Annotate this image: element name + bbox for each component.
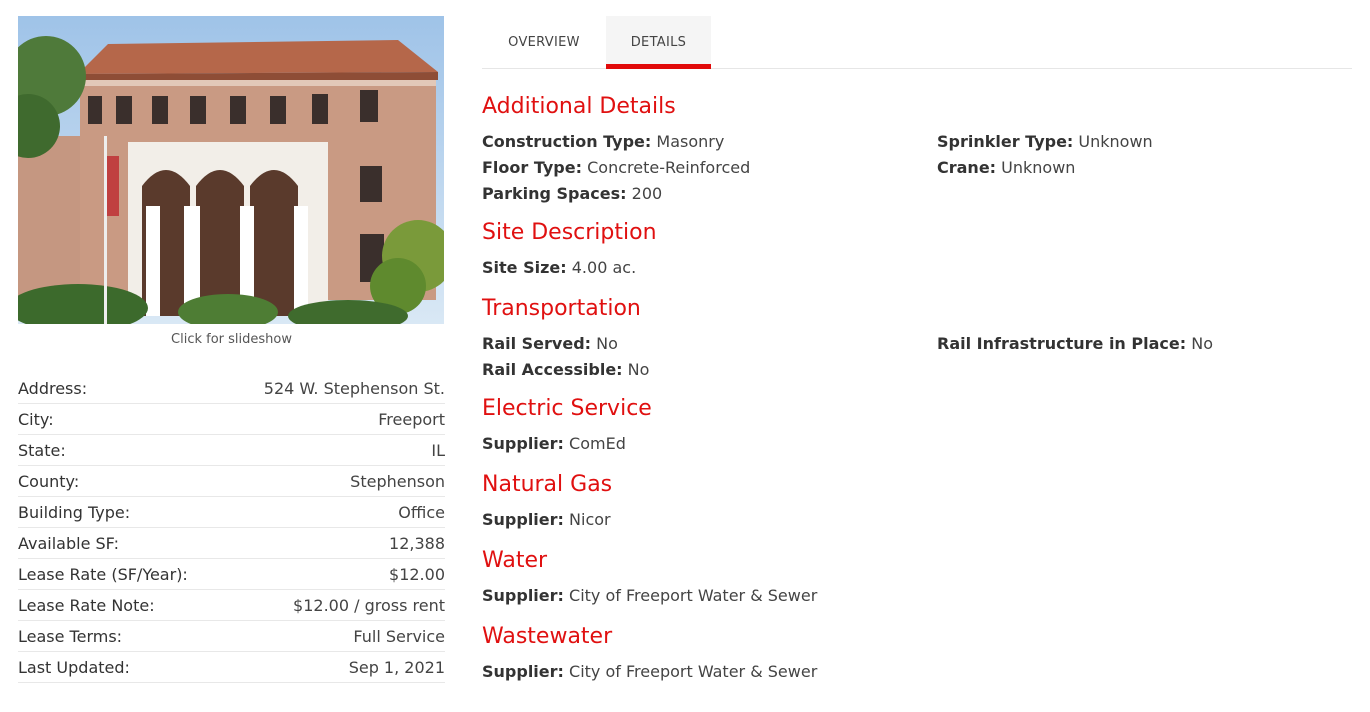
details-panel: OVERVIEW DETAILS Additional Details Cons… — [482, 16, 1352, 685]
rail-accessible: Rail Accessible: No — [482, 360, 650, 379]
details-grid: Rail Served: No Rail Infrastructure in P… — [482, 331, 1352, 383]
wastewater-supplier: Supplier: City of Freeport Water & Sewer — [482, 662, 818, 681]
details-grid: Supplier: City of Freeport Water & Sewer — [482, 583, 1352, 609]
section-title: Wastewater — [482, 624, 613, 649]
fact-row-building-type: Building Type: Office — [18, 497, 445, 528]
section-title: Additional Details — [482, 94, 676, 119]
tab-overview[interactable]: OVERVIEW — [482, 16, 606, 68]
fact-row-lease-rate: Lease Rate (SF/Year): $12.00 — [18, 559, 445, 590]
section-wastewater: Wastewater Supplier: City of Freeport Wa… — [482, 623, 1352, 685]
fact-row-county: County: Stephenson — [18, 466, 445, 497]
fact-value: Sep 1, 2021 — [348, 657, 445, 677]
fact-label: Building Type: — [18, 502, 131, 522]
parking-spaces: Parking Spaces: 200 — [482, 184, 663, 203]
fact-row-lease-terms: Lease Terms: Full Service — [18, 621, 445, 652]
site-size: Site Size: 4.00 ac. — [482, 258, 637, 277]
section-transportation: Transportation Rail Served: No Rail Infr… — [482, 295, 1352, 383]
section-additional-details: Additional Details Construction Type: Ma… — [482, 93, 1352, 207]
fact-label: Available SF: — [18, 533, 120, 553]
details-grid: Site Size: 4.00 ac. — [482, 255, 1352, 281]
fact-row-available-sf: Available SF: 12,388 — [18, 528, 445, 559]
fact-label: Address: — [18, 378, 88, 398]
fact-value: $12.00 — [389, 564, 445, 584]
fact-value: 12,388 — [389, 533, 445, 553]
property-photo[interactable] — [18, 16, 444, 324]
fact-label: Last Updated: — [18, 657, 130, 677]
section-natural-gas: Natural Gas Supplier: Nicor — [482, 471, 1352, 533]
section-water: Water Supplier: City of Freeport Water &… — [482, 547, 1352, 609]
section-electric-service: Electric Service Supplier: ComEd — [482, 395, 1352, 457]
fact-row-last-updated: Last Updated: Sep 1, 2021 — [18, 652, 445, 683]
fact-label: Lease Rate Note: — [18, 595, 155, 615]
sprinkler-type: Sprinkler Type: Unknown — [937, 132, 1153, 151]
details-grid: Supplier: City of Freeport Water & Sewer — [482, 659, 1352, 685]
section-title: Water — [482, 548, 548, 573]
fact-label: City: — [18, 409, 54, 429]
section-title: Electric Service — [482, 396, 652, 421]
slideshow-caption: Click for slideshow — [171, 332, 292, 347]
fact-label: State: — [18, 440, 66, 460]
fact-row-address: Address: 524 W. Stephenson St. — [18, 373, 445, 404]
floor-type: Floor Type: Concrete-Reinforced — [482, 158, 751, 177]
property-summary-panel: Click for slideshow Address: 524 W. Step… — [18, 16, 445, 683]
rail-served: Rail Served: No — [482, 334, 618, 353]
fact-value: Freeport — [378, 409, 445, 429]
section-title: Natural Gas — [482, 472, 613, 497]
details-grid: Supplier: Nicor — [482, 507, 1352, 533]
property-facts-list: Address: 524 W. Stephenson St. City: Fre… — [18, 373, 445, 683]
fact-value: Full Service — [353, 626, 445, 646]
electric-supplier: Supplier: ComEd — [482, 434, 626, 453]
tab-details[interactable]: DETAILS — [606, 16, 711, 69]
rail-infrastructure: Rail Infrastructure in Place: No — [937, 334, 1213, 353]
water-supplier: Supplier: City of Freeport Water & Sewer — [482, 586, 818, 605]
fact-value: $12.00 / gross rent — [293, 595, 445, 615]
details-grid: Supplier: ComEd — [482, 431, 1352, 457]
fact-row-state: State: IL — [18, 435, 445, 466]
fact-value: Office — [398, 502, 445, 522]
fact-label: County: — [18, 471, 80, 491]
section-title: Site Description — [482, 220, 657, 245]
section-title: Transportation — [482, 296, 641, 321]
gas-supplier: Supplier: Nicor — [482, 510, 611, 529]
fact-value: 524 W. Stephenson St. — [263, 378, 445, 398]
details-grid: Construction Type: Masonry Sprinkler Typ… — [482, 129, 1352, 207]
crane: Crane: Unknown — [937, 158, 1076, 177]
fact-label: Lease Terms: — [18, 626, 123, 646]
fact-row-lease-rate-note: Lease Rate Note: $12.00 / gross rent — [18, 590, 445, 621]
tab-bar: OVERVIEW DETAILS — [482, 16, 1352, 69]
fact-value: IL — [431, 440, 445, 460]
construction-type: Construction Type: Masonry — [482, 132, 725, 151]
building-photo-illustration — [18, 16, 444, 324]
fact-row-city: City: Freeport — [18, 404, 445, 435]
section-site-description: Site Description Site Size: 4.00 ac. — [482, 219, 1352, 281]
fact-label: Lease Rate (SF/Year): — [18, 564, 188, 584]
fact-value: Stephenson — [350, 471, 445, 491]
property-detail-page: Click for slideshow Address: 524 W. Step… — [0, 0, 1370, 712]
